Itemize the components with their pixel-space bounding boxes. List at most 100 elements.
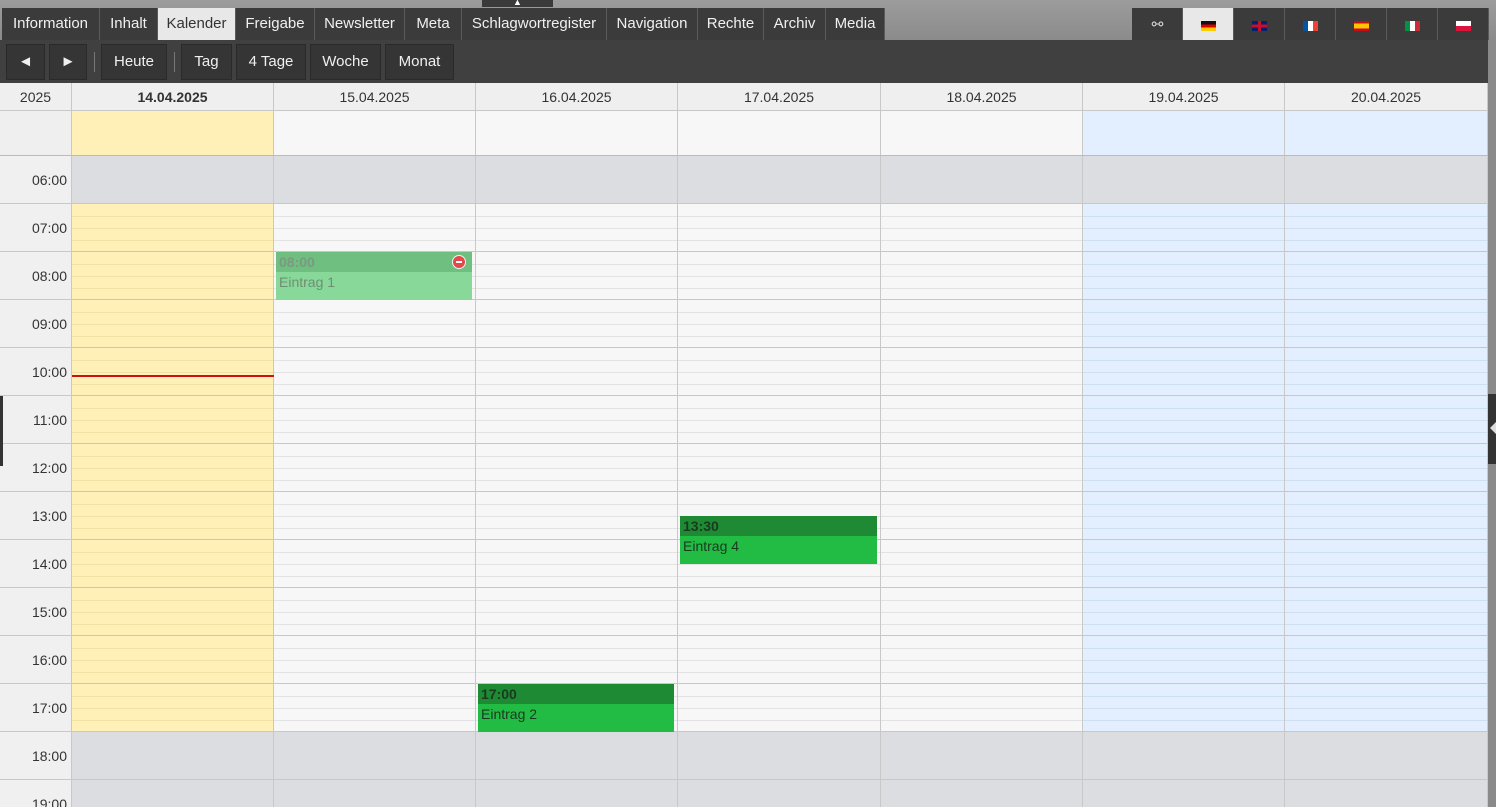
hour-slot[interactable] (1083, 588, 1284, 636)
hour-slot[interactable] (1083, 684, 1284, 732)
collapse-handle[interactable]: ▲ (482, 0, 553, 7)
view-day-button[interactable]: Tag (181, 44, 232, 80)
tab-rechte[interactable]: Rechte (698, 8, 764, 40)
hour-slot[interactable] (476, 204, 677, 252)
hour-slot[interactable] (678, 156, 880, 204)
hour-slot[interactable] (1083, 732, 1284, 780)
hour-slot[interactable] (1285, 732, 1487, 780)
day-header[interactable]: 20.04.2025 (1285, 83, 1488, 111)
left-panel-tab[interactable] (0, 396, 3, 466)
hour-slot[interactable] (1285, 348, 1487, 396)
tab-information[interactable]: Information (2, 8, 100, 40)
hour-slot[interactable] (72, 540, 273, 588)
language-option-flag-it[interactable] (1387, 8, 1438, 40)
hour-slot[interactable] (1083, 780, 1284, 807)
hour-slot[interactable] (476, 780, 677, 807)
hour-slot[interactable] (678, 732, 880, 780)
hour-slot[interactable] (476, 156, 677, 204)
day-header[interactable]: 14.04.2025 (72, 83, 274, 111)
hour-slot[interactable] (1285, 156, 1487, 204)
tab-schlagwortregister[interactable]: Schlagwortregister (462, 8, 607, 40)
hour-slot[interactable] (881, 588, 1082, 636)
language-option-flag-fr[interactable] (1285, 8, 1336, 40)
hour-slot[interactable] (72, 204, 273, 252)
hour-slot[interactable] (678, 780, 880, 807)
hour-slot[interactable] (274, 156, 475, 204)
hour-slot[interactable] (72, 636, 273, 684)
hour-slot[interactable] (678, 252, 880, 300)
hour-slot[interactable] (678, 444, 880, 492)
hour-slot[interactable] (476, 540, 677, 588)
day-column[interactable] (678, 156, 881, 807)
hour-slot[interactable] (274, 684, 475, 732)
hour-slot[interactable] (881, 348, 1082, 396)
tab-media[interactable]: Media (826, 8, 885, 40)
hour-slot[interactable] (1083, 540, 1284, 588)
hour-slot[interactable] (476, 636, 677, 684)
hour-slot[interactable] (1083, 204, 1284, 252)
language-option-link[interactable]: ⚯ (1132, 8, 1183, 40)
tab-meta[interactable]: Meta (405, 8, 462, 40)
all-day-cell[interactable] (476, 111, 678, 155)
hour-slot[interactable] (274, 348, 475, 396)
view-month-button[interactable]: Monat (385, 44, 454, 80)
hour-slot[interactable] (476, 444, 677, 492)
hour-slot[interactable] (476, 492, 677, 540)
hour-slot[interactable] (881, 636, 1082, 684)
hour-slot[interactable] (881, 540, 1082, 588)
hour-slot[interactable] (274, 636, 475, 684)
today-button[interactable]: Heute (101, 44, 167, 80)
tab-newsletter[interactable]: Newsletter (315, 8, 405, 40)
delete-event-icon[interactable] (452, 255, 466, 269)
tab-kalender[interactable]: Kalender (158, 8, 236, 40)
hour-slot[interactable] (1285, 396, 1487, 444)
hour-slot[interactable] (72, 252, 273, 300)
hour-slot[interactable] (881, 396, 1082, 444)
hour-slot[interactable] (1083, 348, 1284, 396)
hour-slot[interactable] (476, 396, 677, 444)
hour-slot[interactable] (1285, 492, 1487, 540)
hour-slot[interactable] (881, 204, 1082, 252)
side-panel-handle[interactable] (1488, 40, 1496, 807)
hour-slot[interactable] (881, 156, 1082, 204)
hour-slot[interactable] (72, 348, 273, 396)
hour-slot[interactable] (1083, 300, 1284, 348)
hour-slot[interactable] (1285, 300, 1487, 348)
calendar-event[interactable]: 13:30 Eintrag 4 (680, 516, 877, 564)
hour-slot[interactable] (881, 780, 1082, 807)
prev-button[interactable]: ◄ (6, 44, 45, 80)
hour-slot[interactable] (678, 636, 880, 684)
hour-slot[interactable] (274, 396, 475, 444)
all-day-cell[interactable] (1285, 111, 1488, 155)
next-button[interactable]: ► (49, 44, 87, 80)
tab-inhalt[interactable]: Inhalt (100, 8, 158, 40)
hour-slot[interactable] (881, 300, 1082, 348)
hour-slot[interactable] (678, 396, 880, 444)
hour-slot[interactable] (678, 348, 880, 396)
all-day-cell[interactable] (274, 111, 476, 155)
hour-slot[interactable] (274, 780, 475, 807)
all-day-cell[interactable] (881, 111, 1083, 155)
hour-slot[interactable] (476, 588, 677, 636)
all-day-cell[interactable] (678, 111, 881, 155)
day-column[interactable] (72, 156, 274, 807)
hour-slot[interactable] (72, 300, 273, 348)
tab-freigabe[interactable]: Freigabe (236, 8, 315, 40)
hour-slot[interactable] (1083, 396, 1284, 444)
hour-slot[interactable] (1285, 252, 1487, 300)
hour-slot[interactable] (476, 300, 677, 348)
hour-slot[interactable] (1285, 780, 1487, 807)
hour-slot[interactable] (881, 684, 1082, 732)
all-day-cell[interactable] (72, 111, 274, 155)
hour-slot[interactable] (1285, 636, 1487, 684)
hour-slot[interactable] (476, 252, 677, 300)
hour-slot[interactable] (1285, 204, 1487, 252)
hour-slot[interactable] (274, 300, 475, 348)
hour-slot[interactable] (274, 492, 475, 540)
hour-slot[interactable] (72, 444, 273, 492)
hour-slot[interactable] (72, 780, 273, 807)
day-header[interactable]: 19.04.2025 (1083, 83, 1285, 111)
day-column[interactable] (881, 156, 1083, 807)
calendar-event[interactable]: 17:00 Eintrag 2 (478, 684, 674, 732)
hour-slot[interactable] (678, 300, 880, 348)
